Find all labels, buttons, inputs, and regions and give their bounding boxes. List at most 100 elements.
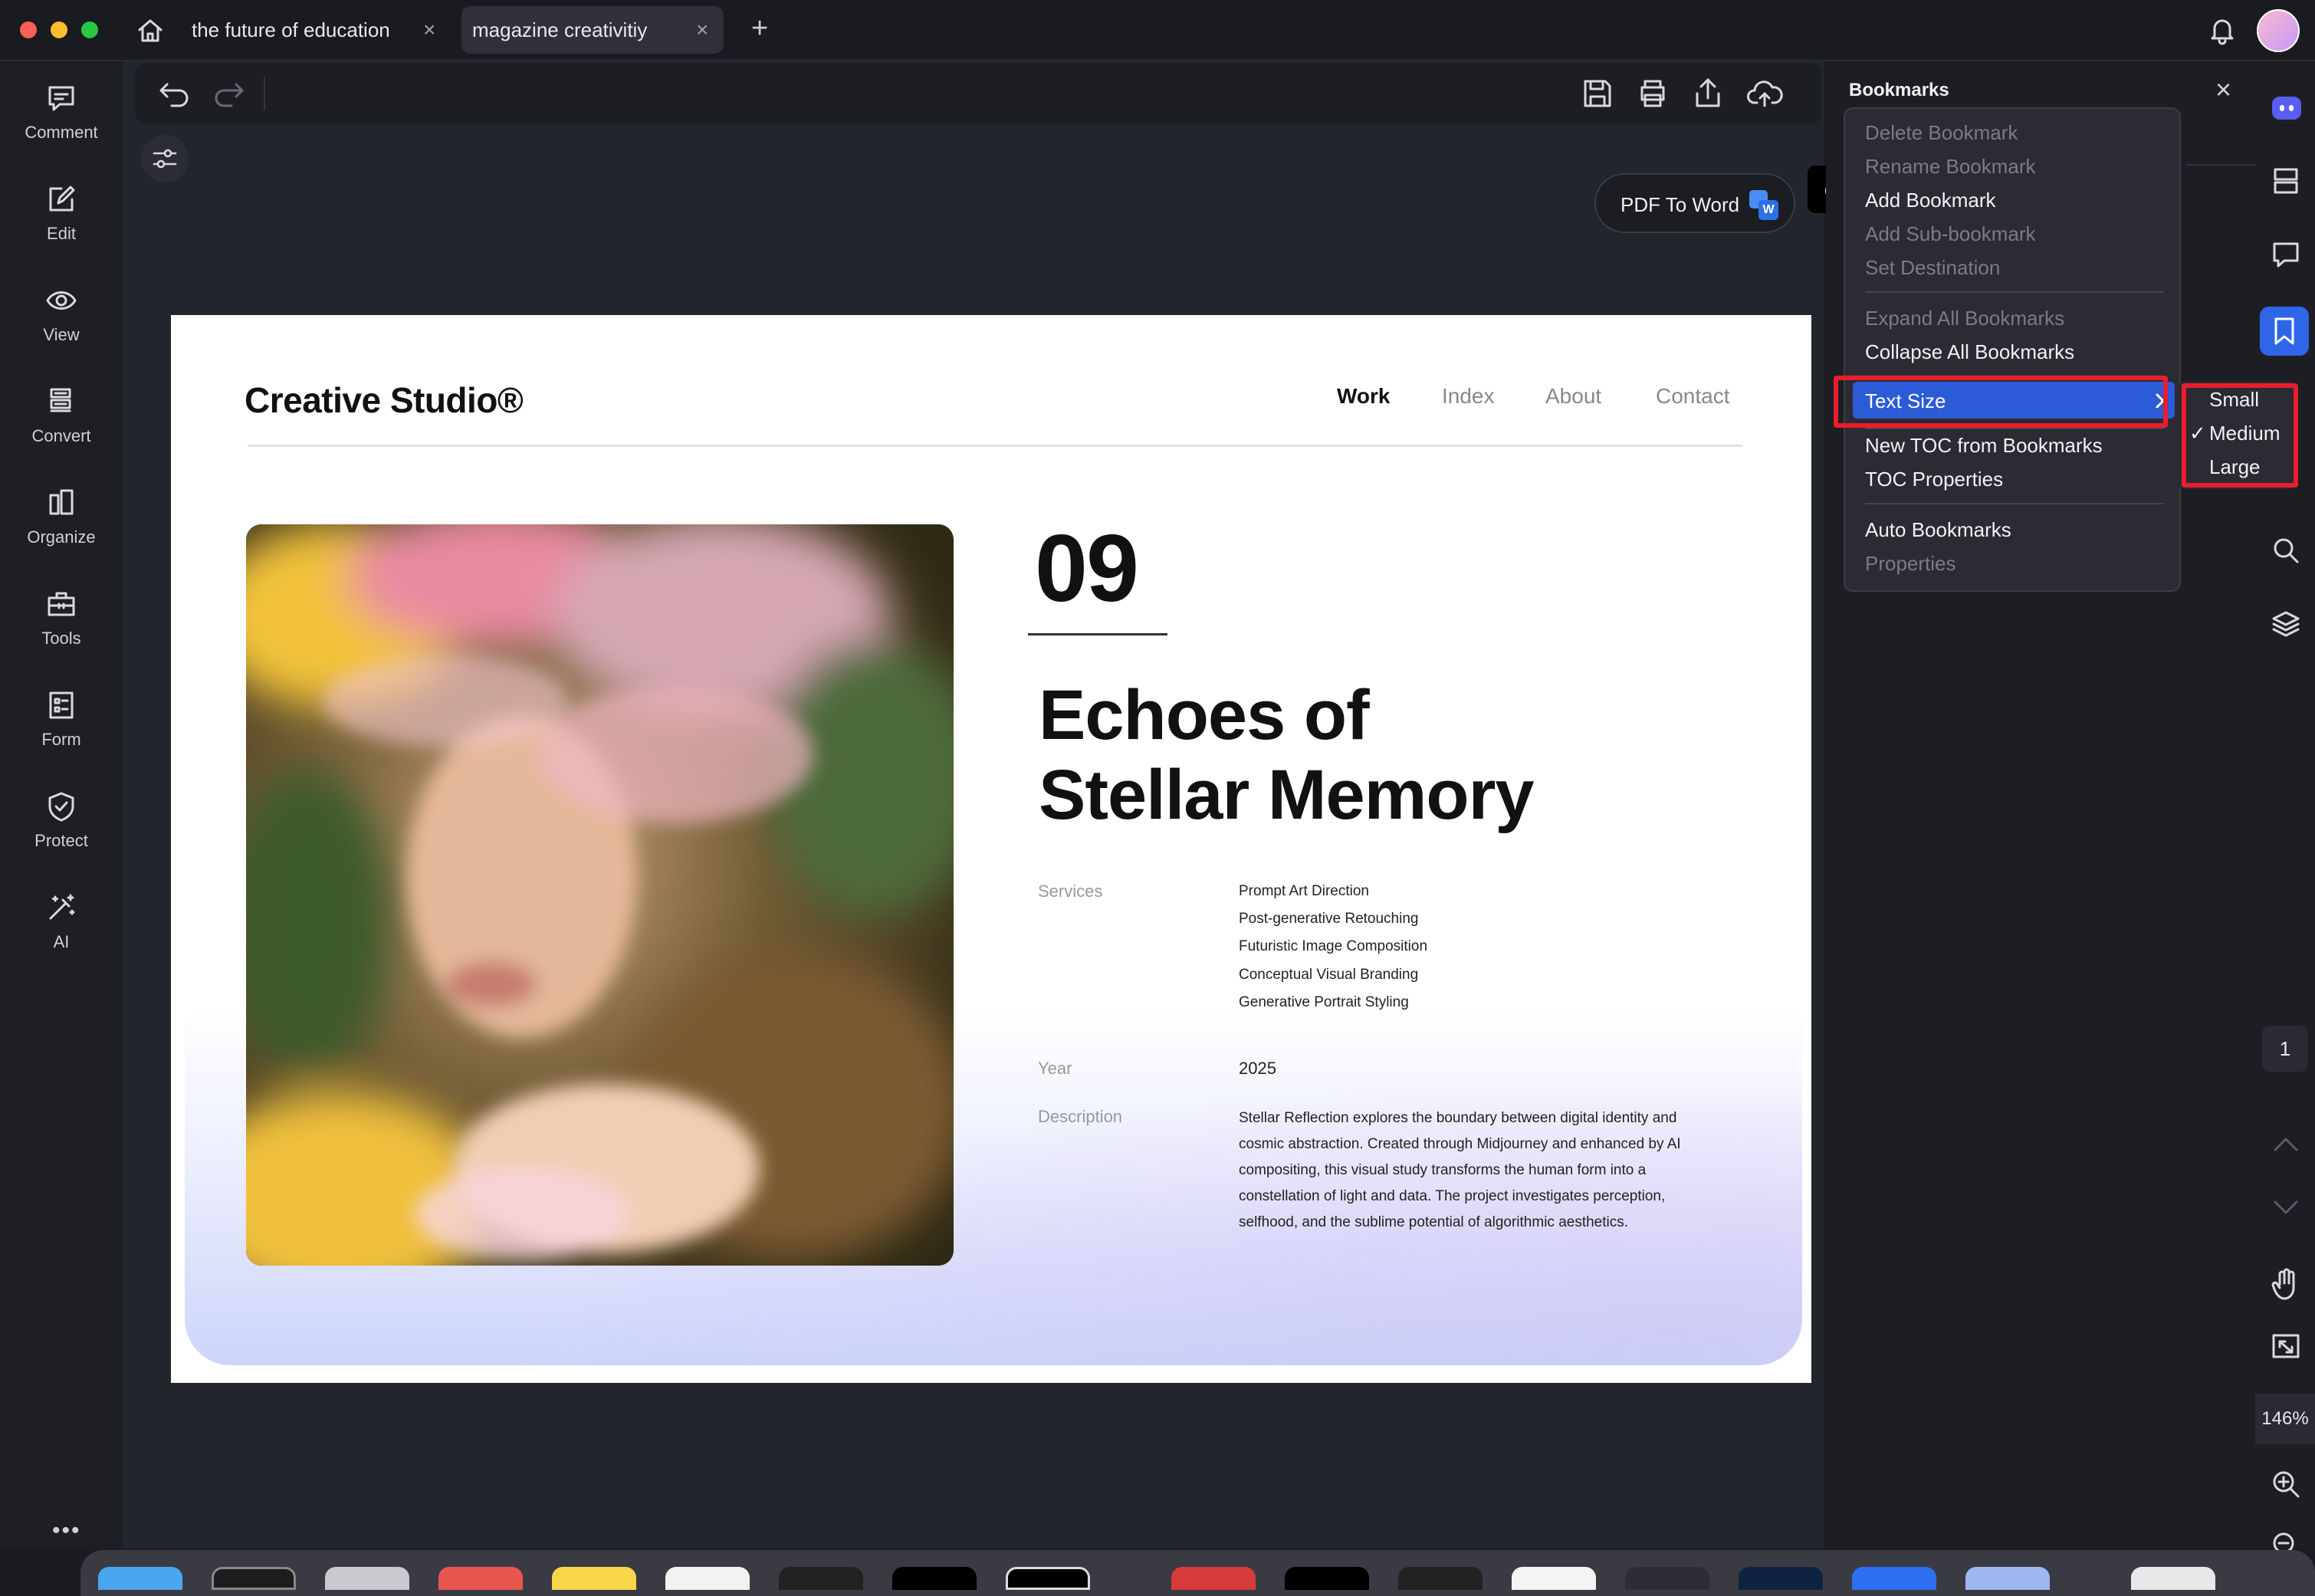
close-tab-icon[interactable]: × bbox=[423, 6, 435, 54]
tool-comment[interactable]: Comment bbox=[0, 81, 123, 143]
tool-edit[interactable]: Edit bbox=[0, 182, 123, 244]
right-rail: 1 146% bbox=[2255, 61, 2315, 1559]
save-icon[interactable] bbox=[1581, 77, 1614, 110]
tab-title: the future of education bbox=[192, 18, 390, 41]
pdf-to-word-button[interactable]: PDF To Word W bbox=[1594, 173, 1795, 233]
dock-app[interactable] bbox=[1625, 1567, 1709, 1590]
menu-collapse-all[interactable]: Collapse All Bookmarks bbox=[1865, 340, 2074, 364]
dock-app[interactable] bbox=[1398, 1567, 1483, 1590]
chevron-up-icon[interactable] bbox=[2271, 1131, 2301, 1159]
menu-add-sub-bookmark[interactable]: Add Sub-bookmark bbox=[1865, 222, 2036, 246]
dock-app-calendar[interactable] bbox=[438, 1567, 523, 1590]
dock-app[interactable] bbox=[1285, 1567, 1369, 1590]
minimize-window-button[interactable] bbox=[51, 21, 67, 38]
description-line: constellation of light and data. The pro… bbox=[1239, 1188, 1666, 1204]
service-item: Futuristic Image Composition bbox=[1239, 938, 1428, 954]
menu-expand-all[interactable]: Expand All Bookmarks bbox=[1865, 307, 2064, 330]
menu-separator bbox=[1865, 291, 2164, 293]
dock-app[interactable] bbox=[325, 1567, 409, 1590]
dock-app-downloads[interactable] bbox=[2131, 1567, 2215, 1590]
bookmarks-context-menu: Delete Bookmark Rename Bookmark Add Book… bbox=[1844, 107, 2181, 592]
hand-tool-icon[interactable] bbox=[2271, 1268, 2301, 1302]
menu-delete-bookmark[interactable]: Delete Bookmark bbox=[1865, 121, 2018, 145]
tool-label: AI bbox=[53, 932, 70, 951]
menu-new-toc[interactable]: New TOC from Bookmarks bbox=[1865, 434, 2103, 458]
menu-add-bookmark[interactable]: Add Bookmark bbox=[1865, 189, 1996, 212]
tool-view[interactable]: View bbox=[0, 284, 123, 345]
toolbox-icon bbox=[48, 592, 75, 616]
zoom-window-button[interactable] bbox=[81, 21, 98, 38]
menu-rename-bookmark[interactable]: Rename Bookmark bbox=[1865, 155, 2036, 179]
bookmark-panel-button[interactable] bbox=[2260, 307, 2309, 356]
tool-form[interactable]: Form bbox=[0, 688, 123, 750]
dock-app[interactable] bbox=[1739, 1567, 1823, 1590]
new-tab-icon[interactable]: + bbox=[751, 12, 768, 45]
tool-convert[interactable]: Convert bbox=[0, 385, 123, 446]
filter-settings-button[interactable] bbox=[141, 135, 189, 182]
dock-app[interactable] bbox=[212, 1567, 296, 1590]
tab-title: magazine creativitiy bbox=[472, 18, 648, 41]
tool-label: Form bbox=[41, 730, 81, 749]
tool-label: Convert bbox=[31, 426, 91, 445]
dock-app[interactable] bbox=[1852, 1567, 1936, 1590]
tool-label: Tools bbox=[41, 629, 81, 648]
menu-separator bbox=[1865, 428, 2164, 429]
dock-app[interactable] bbox=[1512, 1567, 1596, 1590]
issue-number-underline bbox=[1028, 633, 1167, 635]
tool-protect[interactable]: Protect bbox=[0, 790, 123, 851]
page-brand: Creative Studio® bbox=[245, 380, 524, 420]
portrait-image bbox=[246, 524, 954, 1266]
page-number-indicator[interactable]: 1 bbox=[2262, 1026, 2308, 1072]
page-nav-work: Work bbox=[1337, 384, 1391, 408]
home-icon[interactable] bbox=[135, 15, 166, 46]
cloud-upload-icon[interactable] bbox=[1746, 77, 1783, 110]
tool-label: View bbox=[43, 325, 80, 344]
close-panel-icon[interactable]: × bbox=[2215, 74, 2231, 106]
zoom-level[interactable]: 146% bbox=[2255, 1394, 2315, 1444]
close-tab-icon[interactable]: × bbox=[696, 6, 708, 54]
dock-app[interactable] bbox=[665, 1567, 750, 1590]
dock-app[interactable] bbox=[1965, 1567, 2050, 1590]
services-label: Services bbox=[1038, 882, 1103, 901]
dock-app[interactable] bbox=[779, 1567, 863, 1590]
page-nav-contact: Contact bbox=[1656, 384, 1730, 408]
print-icon[interactable] bbox=[1636, 77, 1670, 110]
sliders-icon bbox=[153, 149, 177, 169]
comment-icon bbox=[48, 86, 74, 111]
avatar[interactable] bbox=[2257, 9, 2300, 52]
tool-organize[interactable]: Organize bbox=[0, 486, 123, 547]
description-line: compositing, this visual study transform… bbox=[1239, 1162, 1647, 1178]
close-window-button[interactable] bbox=[20, 21, 37, 38]
convert-icon bbox=[50, 388, 71, 412]
ai-assistant-icon[interactable] bbox=[2272, 97, 2301, 120]
dock-app-terminal[interactable] bbox=[1006, 1567, 1090, 1590]
menu-set-destination[interactable]: Set Destination bbox=[1865, 256, 2000, 280]
menu-auto-bookmarks[interactable]: Auto Bookmarks bbox=[1865, 518, 2011, 542]
bell-icon[interactable] bbox=[2206, 14, 2238, 46]
share-icon[interactable] bbox=[1691, 77, 1725, 110]
chevron-down-icon[interactable] bbox=[2271, 1193, 2301, 1220]
menu-properties[interactable]: Properties bbox=[1865, 552, 1956, 576]
fit-page-icon[interactable] bbox=[2271, 1331, 2301, 1361]
menu-separator bbox=[1865, 503, 2164, 504]
layers-icon[interactable] bbox=[2271, 609, 2301, 639]
undo-icon[interactable] bbox=[158, 78, 192, 109]
dock-app-notes[interactable] bbox=[552, 1567, 636, 1590]
dock-app-finder[interactable] bbox=[98, 1567, 182, 1590]
tab-the-future-of-education[interactable]: the future of education × bbox=[181, 6, 449, 54]
thumbnails-icon[interactable] bbox=[2271, 166, 2301, 196]
comment-panel-icon[interactable] bbox=[2271, 239, 2301, 270]
page-header-divider bbox=[248, 445, 1742, 447]
redo-icon[interactable] bbox=[212, 78, 245, 109]
menu-toc-properties[interactable]: TOC Properties bbox=[1865, 468, 2003, 491]
dock-app[interactable] bbox=[1171, 1567, 1256, 1590]
dock-app[interactable] bbox=[892, 1567, 977, 1590]
search-icon[interactable] bbox=[2271, 535, 2301, 566]
more-icon[interactable]: ••• bbox=[52, 1518, 81, 1544]
tool-ai[interactable]: AI bbox=[0, 891, 123, 952]
description-line: selfhood, and the sublime potential of a… bbox=[1239, 1214, 1629, 1230]
tool-label: Organize bbox=[27, 527, 96, 547]
tool-tools[interactable]: Tools bbox=[0, 587, 123, 649]
zoom-in-icon[interactable] bbox=[2271, 1469, 2301, 1499]
tab-magazine-creativitiy[interactable]: magazine creativitiy × bbox=[461, 6, 724, 54]
